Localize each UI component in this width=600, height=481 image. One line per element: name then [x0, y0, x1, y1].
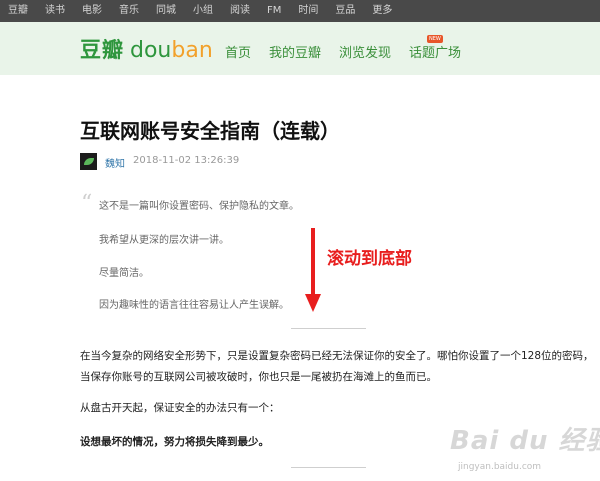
topnav-music[interactable]: 音乐	[119, 0, 139, 22]
watermark-url: jingyan.baidu.com	[458, 462, 542, 472]
topnav-fm[interactable]: FM	[267, 0, 281, 22]
topnav-groups[interactable]: 小组	[193, 0, 213, 22]
author-name[interactable]: 魏知	[105, 155, 125, 170]
quote-line: 我希望从更深的层次讲一讲。	[99, 235, 229, 246]
baidu-jingyan-watermark: Bai du 经验 jingyan.baidu.com	[450, 420, 600, 480]
topnav-movies[interactable]: 电影	[82, 0, 102, 22]
topnav-local[interactable]: 同城	[156, 0, 176, 22]
topnav-douban[interactable]: 豆瓣	[8, 0, 28, 22]
main-nav: 首页 我的豆瓣 浏览发现 话题广场	[225, 42, 479, 61]
watermark-logo: Bai du 经验	[450, 426, 600, 456]
scroll-annotation: 滚动到底部	[327, 249, 412, 269]
nav-my-douban[interactable]: 我的豆瓣	[269, 42, 321, 61]
topnav-more[interactable]: 更多	[372, 0, 392, 22]
paragraph: 在当今复杂的网络安全形势下，只是设置复杂密码已经无法保证你的安全了。哪怕你设置了…	[80, 350, 594, 383]
logo-chinese: 豆瓣	[80, 38, 124, 62]
section-divider	[291, 467, 366, 468]
topnav-books[interactable]: 读书	[45, 0, 65, 22]
quote-mark-icon: “	[81, 191, 93, 216]
logo-en-part1: dou	[130, 38, 172, 63]
paragraph: 从盘古开天起，保证安全的办法只有一个：	[80, 402, 280, 414]
nav-home[interactable]: 首页	[225, 42, 251, 61]
topnav-read[interactable]: 阅读	[230, 0, 250, 22]
section-divider	[291, 328, 366, 329]
quote-line: 尽量简洁。	[99, 268, 149, 279]
nav-topics[interactable]: 话题广场	[409, 42, 461, 61]
topnav-time[interactable]: 时间	[298, 0, 318, 22]
topnav-products[interactable]: 豆品	[335, 0, 355, 22]
quote-line: 因为趣味性的语言往往容易让人产生误解。	[99, 300, 289, 311]
author-avatar[interactable]	[80, 153, 97, 170]
leaf-icon	[84, 158, 94, 165]
quote-line: 这不是一篇叫你设置密码、保护隐私的文章。	[99, 201, 299, 212]
new-badge: NEW	[427, 35, 443, 43]
down-arrow-icon	[305, 294, 321, 312]
nav-explore[interactable]: 浏览发现	[339, 42, 391, 61]
logo-en-part2: ban	[171, 38, 213, 63]
scroll-arrow-shaft	[311, 228, 315, 298]
publish-date: 2018-11-02 13:26:39	[133, 155, 240, 166]
article-title: 互联网账号安全指南（连载）	[80, 119, 340, 143]
top-global-nav: 豆瓣 读书 电影 音乐 同城 小组 阅读 FM 时间 豆品 更多	[0, 0, 600, 22]
logo-english: douban	[130, 38, 213, 63]
douban-logo[interactable]: 豆瓣 douban	[80, 34, 213, 64]
site-header: 豆瓣 douban 首页 我的豆瓣 浏览发现 话题广场 NEW	[0, 22, 600, 75]
